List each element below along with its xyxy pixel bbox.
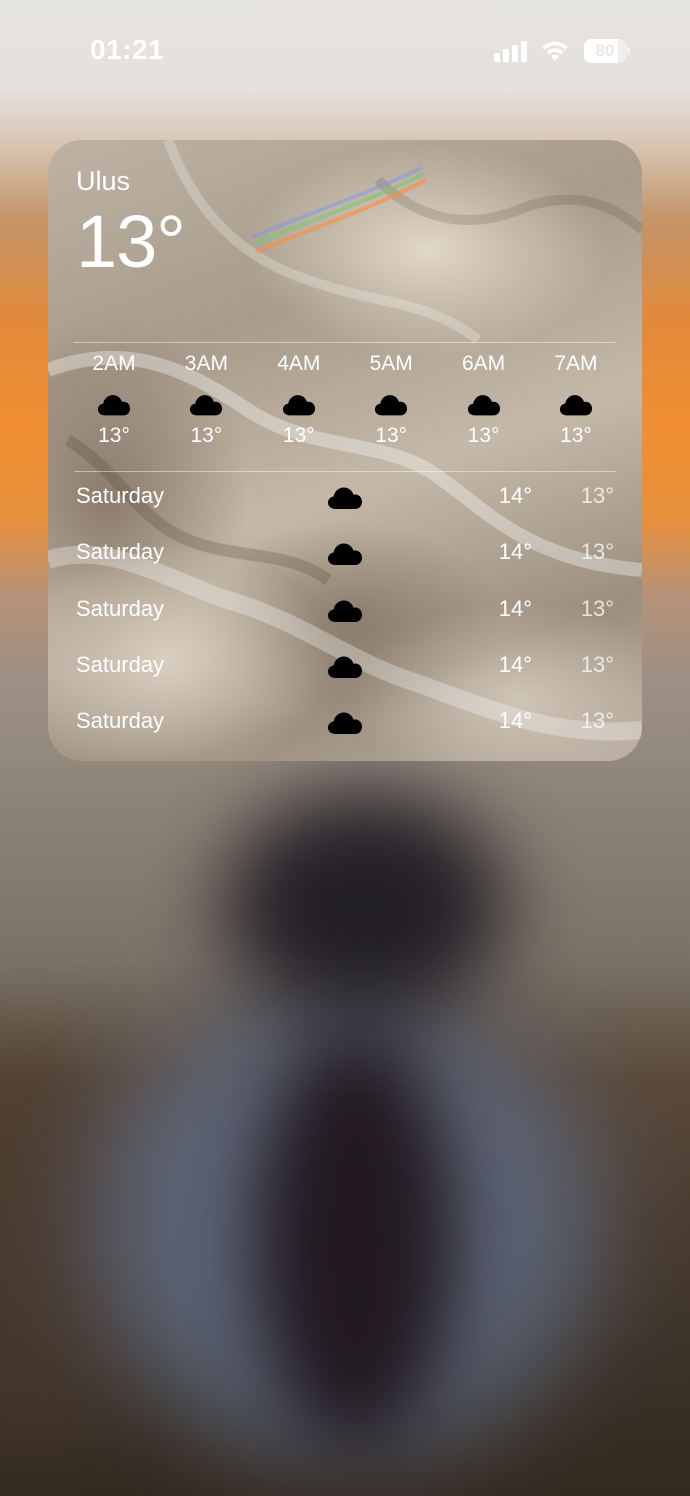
hour-temperature: 13° xyxy=(560,424,592,447)
battery-body: 80 xyxy=(584,39,626,63)
hourly-item: 2AM 13° xyxy=(68,350,160,462)
daily-row: Saturday 14° 13° xyxy=(76,646,614,702)
hour-temperature: 13° xyxy=(98,424,130,447)
cloud-icon xyxy=(97,393,131,417)
hour-temperature: 13° xyxy=(467,424,500,447)
cloud-icon xyxy=(327,485,363,511)
cloud-icon xyxy=(327,710,363,736)
day-low-temperature: 13° xyxy=(580,483,614,508)
day-name: Saturday xyxy=(76,595,165,621)
day-name: Saturday xyxy=(76,708,165,734)
cloud-icon xyxy=(327,654,363,680)
hour-label: 7AM xyxy=(554,352,598,375)
daily-row: Saturday 14° 13° xyxy=(76,477,614,533)
hourly-item: 4AM 13° xyxy=(253,350,345,462)
signal-icon xyxy=(494,40,530,62)
cloud-icon xyxy=(559,393,593,417)
daily-forecast: Saturday 14° 13° Saturday 14° 13° Saturd… xyxy=(76,477,614,758)
battery-icon: 80 xyxy=(584,39,630,63)
status-time: 01:21 xyxy=(90,34,165,65)
day-high-temperature: 14° xyxy=(498,708,532,734)
hourly-item: 5AM 13° xyxy=(345,350,437,462)
day-low-temperature: 13° xyxy=(580,539,614,565)
hourly-item: 3AM 13° xyxy=(160,350,252,462)
day-low-temperature: 13° xyxy=(580,595,614,621)
status-bar: 01:21 80 xyxy=(0,0,690,100)
hourly-forecast: 2AM 13° 3AM 13° 4AM 13° 5AM 13° 6AM 13° … xyxy=(68,350,622,462)
cloud-icon xyxy=(327,541,363,567)
hourly-item: 6AM 13° xyxy=(438,350,530,462)
weather-widget[interactable]: Ulus 13° 2AM 13° 3AM 13° 4AM 13° 5AM 13°… xyxy=(48,140,642,761)
hourly-item: 7AM 13° xyxy=(530,350,622,462)
widget-header: Ulus 13° xyxy=(76,166,186,283)
day-high-temperature: 14° xyxy=(498,651,532,677)
hour-label: 4AM xyxy=(277,352,321,375)
day-low-temperature: 13° xyxy=(580,708,614,734)
hour-label: 5AM xyxy=(369,352,413,375)
status-icons: 80 xyxy=(494,38,634,66)
day-high-temperature: 14° xyxy=(498,483,532,508)
hour-label: 2AM xyxy=(92,352,136,375)
divider xyxy=(74,471,616,472)
wifi-icon xyxy=(542,41,568,61)
hour-temperature: 13° xyxy=(282,424,315,447)
day-name: Saturday xyxy=(76,539,165,565)
cloud-icon xyxy=(189,393,223,417)
wallpaper-blur-shape xyxy=(225,790,505,1020)
day-low-temperature: 13° xyxy=(580,651,614,677)
cloud-icon xyxy=(374,393,408,417)
hour-temperature: 13° xyxy=(190,424,223,447)
daily-row: Saturday 14° 13° xyxy=(76,533,614,589)
hour-label: 3AM xyxy=(184,352,228,375)
battery-level: 80 xyxy=(595,41,615,60)
hour-label: 6AM xyxy=(461,352,506,375)
cloud-icon xyxy=(327,598,363,624)
daily-row: Saturday 14° 13° xyxy=(76,590,614,646)
wallpaper-blur-shape xyxy=(255,1030,455,1450)
daily-row: Saturday 14° 13° xyxy=(76,702,614,758)
day-name: Saturday xyxy=(76,651,165,677)
divider xyxy=(74,342,616,343)
day-high-temperature: 14° xyxy=(498,539,532,565)
cloud-icon xyxy=(467,393,501,417)
cloud-icon xyxy=(282,393,316,417)
battery-cap xyxy=(627,47,630,55)
current-temperature: 13° xyxy=(76,200,186,283)
hour-temperature: 13° xyxy=(375,424,408,447)
day-name: Saturday xyxy=(76,483,165,508)
day-high-temperature: 14° xyxy=(498,595,532,621)
location-name: Ulus xyxy=(76,166,131,196)
